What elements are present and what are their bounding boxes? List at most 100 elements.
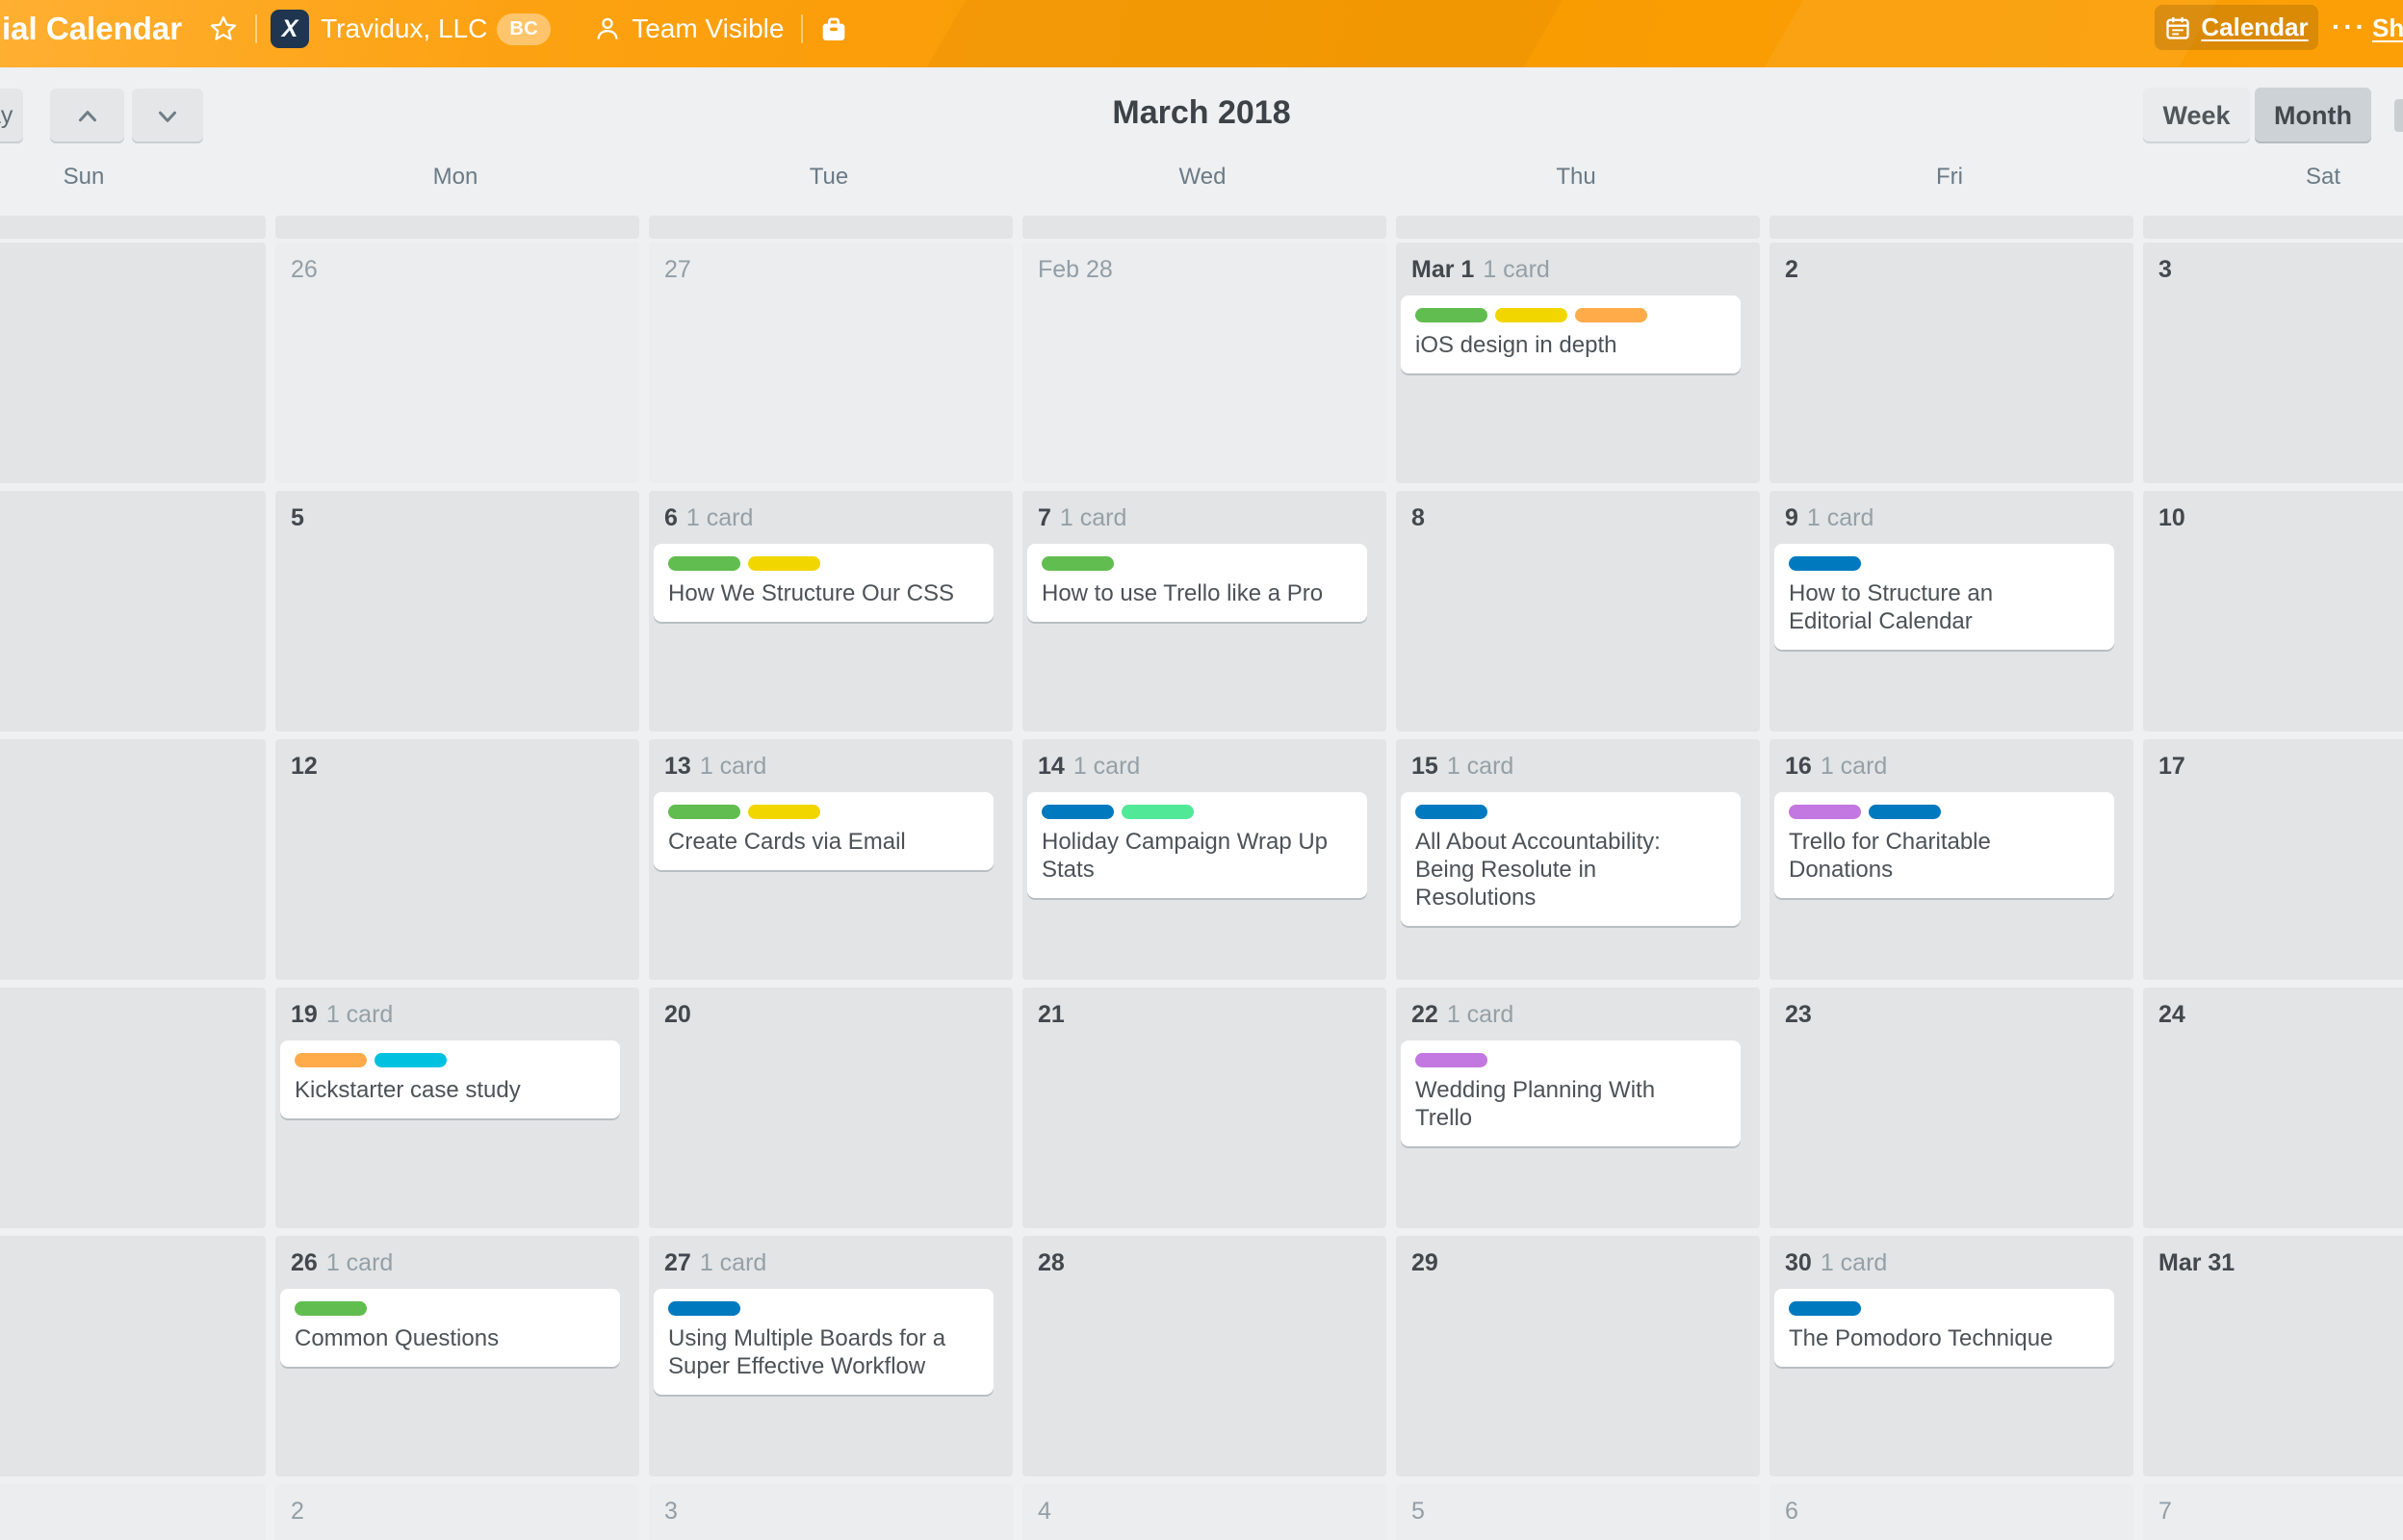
day-number: 6 [1785, 1498, 1798, 1525]
day-cell-mar-1[interactable]: Mar 1 1 card iOS design in depth [1396, 243, 1760, 483]
card-title: Wedding Planning With Trello [1415, 1077, 1656, 1131]
day-number-line: 6 1 card [664, 504, 1013, 532]
calendar-month-title: March 2018 [1112, 94, 1291, 131]
star-icon[interactable] [209, 14, 238, 43]
day-cell[interactable] [0, 739, 266, 980]
trello-card[interactable]: Common Questions [280, 1289, 620, 1367]
day-cell-5[interactable]: 5 [275, 491, 639, 732]
month-view-button[interactable]: Month [2255, 88, 2371, 143]
trello-card[interactable]: How to use Trello like a Pro [1027, 544, 1367, 622]
week-row: 26 1 card Common Questions 27 1 card Using Mu… [0, 1236, 2403, 1476]
day-cell-2[interactable]: 2 [275, 1484, 639, 1540]
day-cell-26[interactable]: 26 [275, 243, 639, 483]
day-cell-2[interactable]: 2 [1770, 243, 2133, 483]
visibility-label[interactable]: Team Visible [632, 13, 784, 44]
card-title: Create Cards via Email [668, 829, 906, 855]
day-number-line: 5 [1411, 1498, 1760, 1526]
label-pill-purple [1789, 805, 1861, 819]
day-cell-7[interactable]: 7 [2143, 1484, 2403, 1540]
day-cell-12[interactable]: 12 [275, 739, 639, 980]
day-cell-10[interactable]: 10 [2143, 491, 2403, 732]
day-cell-27[interactable]: 27 [649, 243, 1013, 483]
card-title: iOS design in depth [1415, 332, 1617, 358]
day-cell-22[interactable]: 22 1 card Wedding Planning With Trello [1396, 988, 1760, 1228]
day-cell-17[interactable]: 17 [2143, 739, 2403, 980]
day-cell[interactable] [0, 1484, 266, 1540]
label-pill-sky [375, 1053, 447, 1067]
day-cell-27[interactable]: 27 1 card Using Multiple Boards for a Supe… [649, 1236, 1013, 1476]
day-cell-30[interactable]: 30 1 card The Pomodoro Technique [1770, 1236, 2133, 1476]
briefcase-icon[interactable] [818, 13, 849, 44]
label-pill-green [1042, 556, 1114, 571]
day-cell-19[interactable]: 19 1 card Kickstarter case study [275, 988, 639, 1228]
card-labels [668, 1301, 979, 1316]
label-pill-blue [1869, 805, 1941, 819]
day-cell-3[interactable]: 3 [2143, 243, 2403, 483]
day-cell[interactable] [2143, 216, 2403, 239]
day-number: 16 [1785, 753, 1812, 780]
day-cell[interactable] [0, 243, 266, 483]
day-cell[interactable] [0, 988, 266, 1228]
day-cell-8[interactable]: 8 [1396, 491, 1760, 732]
day-number: Mar 1 [1411, 256, 1475, 283]
label-pill-orange [295, 1053, 367, 1067]
trello-card[interactable]: iOS design in depth [1401, 295, 1741, 373]
day-cell-6[interactable]: 6 1 card How We Structure Our CSS [649, 491, 1013, 732]
trello-card[interactable]: Wedding Planning With Trello [1401, 1040, 1741, 1146]
org-name[interactable]: Travidux, LLC [321, 13, 487, 44]
label-pill-yellow [1495, 308, 1567, 322]
day-cell[interactable] [0, 491, 266, 732]
trello-card[interactable]: Using Multiple Boards for a Super Effect… [654, 1289, 994, 1395]
day-cell-7[interactable]: 7 1 card How to use Trello like a Pro [1022, 491, 1386, 732]
day-header-fri: Fri [1936, 164, 1963, 190]
day-number: 22 [1411, 1001, 1438, 1028]
day-cell-feb-28[interactable]: Feb 28 [1022, 243, 1386, 483]
day-cell[interactable] [0, 216, 266, 239]
day-number-line: 14 1 card [1038, 753, 1386, 781]
trello-card[interactable]: How We Structure Our CSS [654, 544, 994, 622]
org-avatar[interactable]: X [271, 10, 310, 48]
day-cell[interactable] [1022, 216, 1386, 239]
day-number: 3 [664, 1498, 678, 1525]
trello-card[interactable]: Trello for Charitable Donations [1774, 792, 2114, 898]
week-view-button[interactable]: Week [2143, 88, 2250, 143]
trello-card[interactable]: Holiday Campaign Wrap Up Stats [1027, 792, 1367, 898]
day-cell-9[interactable]: 9 1 card How to Structure an Editorial Cal… [1770, 491, 2133, 732]
day-cell[interactable] [1770, 216, 2133, 239]
day-cell-16[interactable]: 16 1 card Trello for Charitable Donations [1770, 739, 2133, 980]
trello-card[interactable]: The Pomodoro Technique [1774, 1289, 2114, 1367]
day-cell-6[interactable]: 6 [1770, 1484, 2133, 1540]
day-cell-5[interactable]: 5 [1396, 1484, 1760, 1540]
day-cell-26[interactable]: 26 1 card Common Questions [275, 1236, 639, 1476]
day-cell-28[interactable]: 28 [1022, 1236, 1386, 1476]
day-number-line: 2 [291, 1498, 639, 1526]
day-cell-13[interactable]: 13 1 card Create Cards via Email [649, 739, 1013, 980]
day-cell-14[interactable]: 14 1 card Holiday Campaign Wrap Up Stats [1022, 739, 1386, 980]
header-overflow-button[interactable]: ··· [2332, 12, 2367, 42]
clipped-settings-button[interactable] [2394, 99, 2403, 132]
day-cell-21[interactable]: 21 [1022, 988, 1386, 1228]
day-cell[interactable] [1396, 216, 1760, 239]
show-menu-link[interactable]: Sh [2372, 13, 2403, 43]
day-cell-24[interactable]: 24 [2143, 988, 2403, 1228]
trello-card[interactable]: All About Accountability: Being Resolute… [1401, 792, 1741, 926]
day-cell[interactable] [649, 216, 1013, 239]
label-pill-green [668, 556, 740, 571]
trello-card[interactable]: Kickstarter case study [280, 1040, 620, 1118]
day-cell-20[interactable]: 20 [649, 988, 1013, 1228]
day-cell-3[interactable]: 3 [649, 1484, 1013, 1540]
day-cell-4[interactable]: 4 [1022, 1484, 1386, 1540]
day-cell[interactable] [275, 216, 639, 239]
day-cell-23[interactable]: 23 [1770, 988, 2133, 1228]
day-cell[interactable] [0, 1236, 266, 1476]
trello-card[interactable]: How to Structure an Editorial Calendar [1774, 544, 2114, 650]
day-cell-15[interactable]: 15 1 card All About Accountability: Being … [1396, 739, 1760, 980]
card-labels [1042, 556, 1353, 571]
day-number-line: 16 1 card [1785, 753, 2133, 781]
day-number-line: 3 [2158, 256, 2403, 284]
day-cell-mar-31[interactable]: Mar 31 [2143, 1236, 2403, 1476]
trello-card[interactable]: Create Cards via Email [654, 792, 994, 870]
day-cell-29[interactable]: 29 [1396, 1236, 1760, 1476]
day-number-line: 6 [1785, 1498, 2133, 1526]
calendar-powerup-button[interactable]: Calendar [2155, 5, 2318, 50]
